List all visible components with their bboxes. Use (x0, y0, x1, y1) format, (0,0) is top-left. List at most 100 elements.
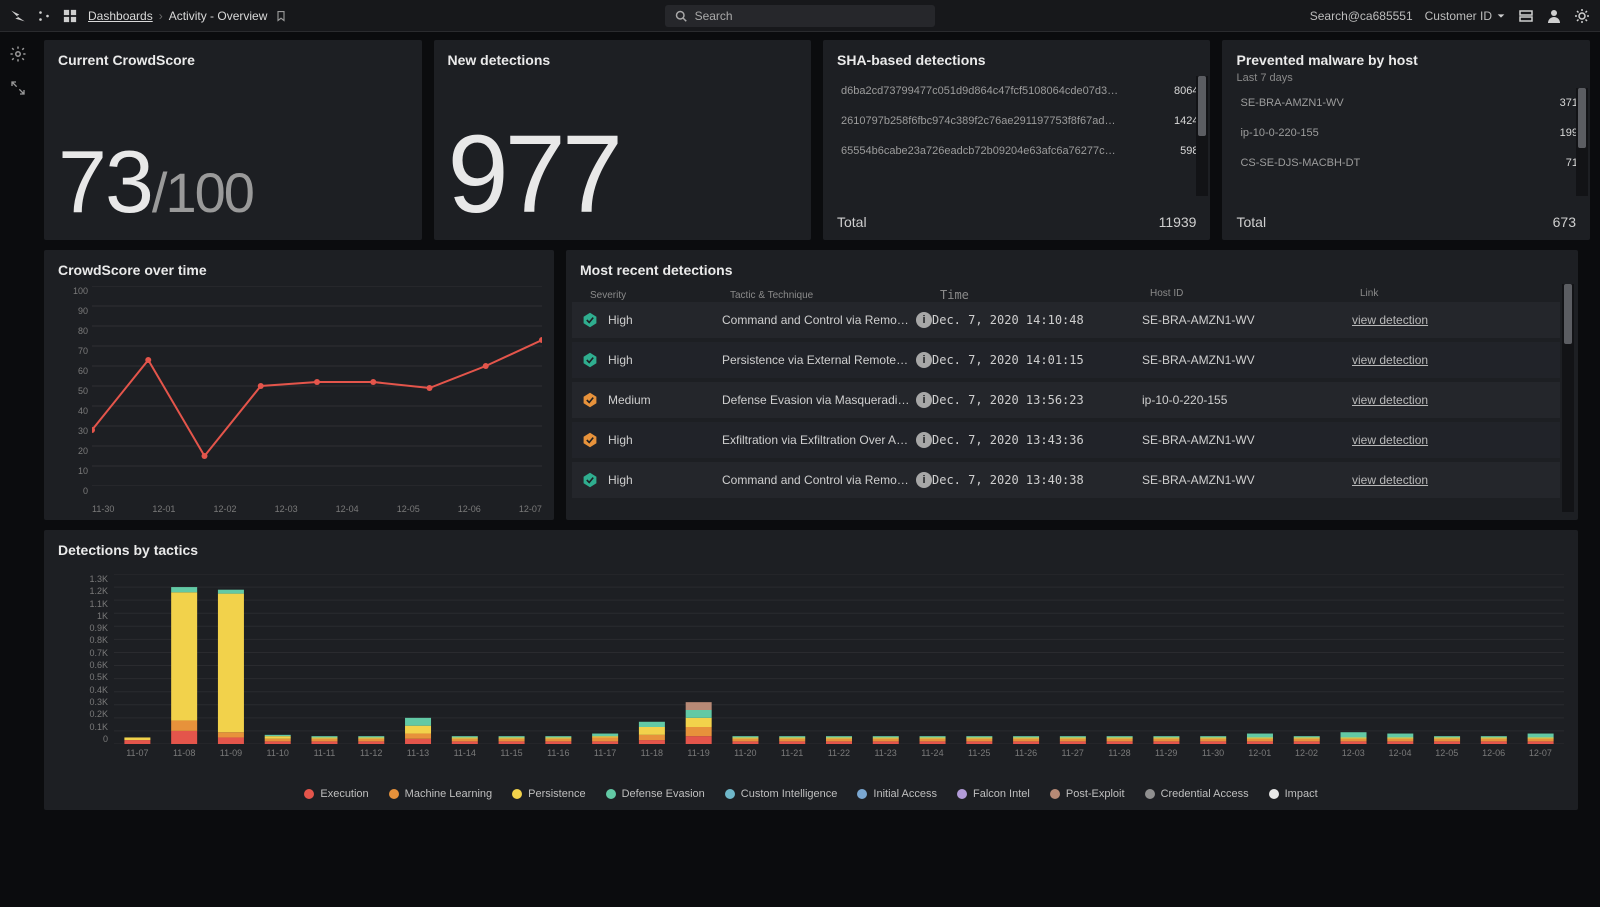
host-name: ip-10-0-220-155 (1240, 127, 1318, 139)
sha-row[interactable]: 65554b6cabe23a726eadcb72b09204e63afc6a76… (835, 136, 1204, 166)
prevented-list: SE-BRA-AMZN1-WV371ip-10-0-220-155199CS-S… (1234, 88, 1584, 196)
view-detection-link[interactable]: view detection (1352, 473, 1428, 487)
legend-item[interactable]: Impact (1269, 788, 1318, 800)
falcon-logo-icon[interactable] (10, 8, 26, 24)
legend-swatch (1269, 789, 1279, 799)
legend-label: Credential Access (1161, 788, 1249, 800)
card-title: SHA-based detections (837, 52, 1196, 68)
card-prevented-malware: Prevented malware by host Last 7 days SE… (1222, 40, 1590, 240)
view-detection-link[interactable]: view detection (1352, 353, 1428, 367)
row-middle: CrowdScore over time 1009080706050403020… (44, 250, 1590, 520)
legend-item[interactable]: Defense Evasion (606, 788, 705, 800)
legend-swatch (389, 789, 399, 799)
card-title: Detections by tactics (58, 542, 1564, 558)
view-detection-link[interactable]: view detection (1352, 433, 1428, 447)
scrollbar[interactable] (1196, 76, 1208, 196)
severity-badge-icon (582, 472, 598, 488)
tactic-label: Command and Control via Remote … (722, 313, 910, 327)
menu-dots-icon[interactable] (36, 8, 52, 24)
legend-swatch (512, 789, 522, 799)
breadcrumb-root[interactable]: Dashboards (88, 9, 153, 23)
legend-label: Impact (1285, 788, 1318, 800)
detection-host: SE-BRA-AMZN1-WV (1142, 313, 1352, 327)
severity-badge-icon (582, 392, 598, 408)
info-icon[interactable]: i (916, 352, 932, 368)
sha-row[interactable]: 2610797b258f6fbc974c389f2c76ae291197753f… (835, 106, 1204, 136)
topbar-center: Search (301, 5, 1297, 27)
bookmark-icon[interactable] (273, 8, 289, 24)
legend-swatch (725, 789, 735, 799)
legend-label: Post-Exploit (1066, 788, 1125, 800)
view-detection-link[interactable]: view detection (1352, 393, 1428, 407)
sha-hash: 65554b6cabe23a726eadcb72b09204e63afc6a76… (841, 145, 1120, 157)
detection-row[interactable]: HighExfiltration via Exfiltration Over A… (572, 422, 1560, 458)
detection-row[interactable]: High Persistence via External Remote Se… i… (572, 342, 1560, 378)
legend-swatch (1050, 789, 1060, 799)
legend-item[interactable]: Persistence (512, 788, 585, 800)
server-icon[interactable] (1518, 8, 1534, 24)
sha-hash: 2610797b258f6fbc974c389f2c76ae291197753f… (841, 115, 1120, 127)
theme-icon[interactable] (1574, 8, 1590, 24)
legend-label: Machine Learning (405, 788, 492, 800)
sha-list: d6ba2cd73799477c051d9d864c47fcf5108064cd… (835, 76, 1204, 196)
tactic-label: Defense Evasion via Masquerading (722, 393, 910, 407)
left-rail (0, 32, 36, 907)
detection-host: SE-BRA-AMZN1-WV (1142, 433, 1352, 447)
expand-icon[interactable] (8, 78, 28, 98)
col-severity: Severity (590, 288, 730, 302)
prevented-row[interactable]: CS-SE-DJS-MACBH-DT71 (1234, 148, 1584, 178)
legend-item[interactable]: Credential Access (1145, 788, 1249, 800)
card-most-recent-detections: Most recent detections Severity Tactic &… (566, 250, 1578, 520)
info-icon[interactable]: i (916, 312, 932, 328)
col-tactic: Tactic & Technique (730, 288, 940, 302)
search-input[interactable]: Search (665, 5, 935, 27)
legend-item[interactable]: Execution (304, 788, 368, 800)
page: Current CrowdScore 73/100 New detections… (36, 32, 1600, 907)
gear-icon[interactable] (8, 44, 28, 64)
detection-row[interactable]: HighCommand and Control via Remote …iDec… (572, 462, 1560, 498)
chevron-down-icon (1496, 11, 1506, 21)
info-icon[interactable]: i (916, 432, 932, 448)
info-icon[interactable]: i (916, 472, 932, 488)
legend-swatch (1145, 789, 1155, 799)
card-detections-by-tactics: Detections by tactics 1.3K1.2K1.1K1K0.9K… (44, 530, 1578, 810)
detection-time: Dec. 7, 2020 13:43:36 (932, 433, 1142, 447)
severity-badge-icon (582, 312, 598, 328)
card-subtitle: Last 7 days (1236, 72, 1576, 84)
scrollbar[interactable] (1576, 88, 1588, 196)
crowdscore-value: 73/100 (58, 138, 253, 226)
legend-item[interactable]: Initial Access (857, 788, 937, 800)
legend-item[interactable]: Custom Intelligence (725, 788, 838, 800)
prevented-row[interactable]: SE-BRA-AMZN1-WV371 (1234, 88, 1584, 118)
legend-label: Custom Intelligence (741, 788, 838, 800)
severity-label: High (608, 353, 633, 367)
legend-label: Falcon Intel (973, 788, 1030, 800)
info-icon[interactable]: i (916, 392, 932, 408)
legend-item[interactable]: Post-Exploit (1050, 788, 1125, 800)
prevented-total: Total673 (1236, 214, 1576, 230)
detections-body: HighCommand and Control via Remote …iDec… (572, 302, 1560, 512)
legend-label: Persistence (528, 788, 585, 800)
customer-id-dropdown[interactable]: Customer ID (1425, 9, 1506, 23)
tactic-label: Exfiltration via Exfiltration Over Alt… (722, 433, 910, 447)
legend-swatch (606, 789, 616, 799)
detection-row[interactable]: HighCommand and Control via Remote …iDec… (572, 302, 1560, 338)
user-icon[interactable] (1546, 8, 1562, 24)
card-title: Most recent detections (580, 262, 1564, 278)
view-detection-link[interactable]: view detection (1352, 313, 1428, 327)
severity-badge-icon (582, 432, 598, 448)
host-name: CS-SE-DJS-MACBH-DT (1240, 157, 1360, 169)
scrollbar[interactable] (1562, 284, 1574, 512)
legend-item[interactable]: Falcon Intel (957, 788, 1030, 800)
sha-row[interactable]: d6ba2cd73799477c051d9d864c47fcf5108064cd… (835, 76, 1204, 106)
tactic-label: Persistence via External Remote Se… (722, 353, 910, 367)
detection-row[interactable]: MediumDefense Evasion via MasqueradingiD… (572, 382, 1560, 418)
severity-label: High (608, 473, 633, 487)
detection-time: Dec. 7, 2020 13:56:23 (932, 393, 1142, 407)
detection-time: Dec. 7, 2020 14:10:48 (932, 313, 1142, 327)
prevented-row[interactable]: ip-10-0-220-155199 (1234, 118, 1584, 148)
line-chart (92, 286, 542, 486)
grid-icon[interactable] (62, 8, 78, 24)
card-new-detections: New detections 977 (434, 40, 812, 240)
legend-item[interactable]: Machine Learning (389, 788, 492, 800)
